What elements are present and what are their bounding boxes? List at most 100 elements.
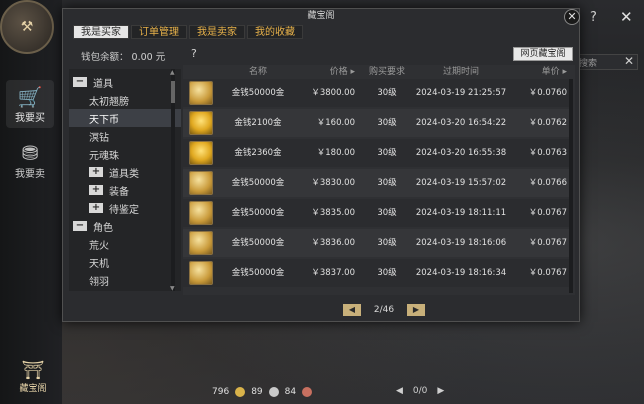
cell-unit-price: ￥0.0767 xyxy=(528,268,567,278)
tree-group-characters[interactable]: − 角色 xyxy=(69,217,181,235)
header-price[interactable]: 价格 ▸ xyxy=(297,65,355,79)
wallet-balance: 钱包余额： 0.00 元 xyxy=(81,49,165,63)
collapse-icon: − xyxy=(73,77,87,87)
cell-name: 金钱50000金 xyxy=(231,238,285,248)
cell-price: ￥160.00 xyxy=(316,118,355,128)
gold-pile-icon xyxy=(189,81,213,105)
cell-price: ￥3835.00 xyxy=(311,208,355,218)
header-expiry: 过期时间 xyxy=(442,67,479,77)
page-indicator: 2/46 xyxy=(373,305,395,315)
tree-item-tianji[interactable]: 天机 xyxy=(69,253,181,271)
cell-expiry: 2024-03-19 21:25:57 xyxy=(415,88,507,98)
tree-item-diamond[interactable]: 溟钻 xyxy=(69,127,181,145)
tab-seller[interactable]: 我是卖家 xyxy=(189,25,245,39)
tree-item-huanghuo[interactable]: 荒火 xyxy=(69,235,181,253)
cell-name: 金钱50000金 xyxy=(231,88,285,98)
scroll-down-icon[interactable]: ▼ xyxy=(170,285,175,292)
help-icon[interactable]: ? xyxy=(590,10,597,25)
expand-icon: + xyxy=(89,185,103,195)
close-icon[interactable]: ✕ xyxy=(620,8,633,26)
sell-nav-button[interactable]: ⛃ 我要卖 xyxy=(6,136,54,184)
tree-label: 待鉴定 xyxy=(109,204,139,216)
next-page-button[interactable]: ▶ xyxy=(407,304,425,316)
treasure-pavilion-label: 藏宝阁 xyxy=(19,384,47,394)
tree-label: 角色 xyxy=(93,222,113,234)
cell-requirement: 30级 xyxy=(377,118,397,128)
wallet-help-icon[interactable]: ? xyxy=(191,47,197,60)
table-row[interactable]: 金钱50000金 ￥3800.00 30级 2024-03-19 21:25:5… xyxy=(183,79,569,107)
tree-label: 溟钻 xyxy=(89,132,109,144)
header-unit-price[interactable]: 单价 ▸ xyxy=(515,65,567,79)
cell-unit-price: ￥0.0762 xyxy=(528,118,567,128)
tree-sub-unidentified[interactable]: + 待鉴定 xyxy=(69,199,181,217)
cell-requirement: 30级 xyxy=(377,238,397,248)
cell-price: ￥3837.00 xyxy=(311,268,355,278)
tree-sub-equipment[interactable]: + 装备 xyxy=(69,181,181,199)
cell-name: 金钱50000金 xyxy=(231,268,285,278)
cell-expiry: 2024-03-20 16:55:38 xyxy=(415,148,507,158)
tree-scrollbar[interactable] xyxy=(171,69,175,291)
currency-bar: 796 89 84 xyxy=(212,384,313,400)
treasure-pavilion-button[interactable]: ⛩ 藏宝阁 xyxy=(14,360,52,400)
tree-label: 荒火 xyxy=(89,240,109,252)
copper-amount: 84 xyxy=(284,387,297,397)
tree-label: 天下币 xyxy=(89,114,119,126)
tree-item-soul-pearl[interactable]: 元魂珠 xyxy=(69,145,181,163)
bottom-next-button[interactable]: ▶ xyxy=(437,386,444,396)
cell-expiry: 2024-03-19 18:16:34 xyxy=(415,268,507,278)
expand-icon: + xyxy=(89,167,103,177)
tree-scroll-thumb[interactable] xyxy=(171,81,175,103)
table-row[interactable]: 金钱2100金 ￥160.00 30级 2024-03-20 16:54:22 … xyxy=(183,109,569,137)
cell-expiry: 2024-03-19 15:57:02 xyxy=(415,178,507,188)
cell-requirement: 30级 xyxy=(377,148,397,158)
gold-pile-icon xyxy=(189,171,213,195)
trade-window: 藏宝阁 ✕ 我是买家 订单管理 我是卖家 我的收藏 钱包余额： 0.00 元 ?… xyxy=(62,8,580,322)
cell-expiry: 2024-03-19 18:16:06 xyxy=(415,238,507,248)
bottom-pager: ◀ 0/0 ▶ xyxy=(396,386,444,396)
tree-group-items[interactable]: − 道具 xyxy=(69,73,181,91)
buy-nav-label: 我要买 xyxy=(15,112,45,124)
tab-buyer[interactable]: 我是买家 xyxy=(73,25,129,39)
window-title: 藏宝阁 xyxy=(307,11,335,21)
scroll-up-icon[interactable]: ▲ xyxy=(170,69,175,76)
search-clear-icon[interactable]: ✕ xyxy=(624,54,634,68)
tab-orders[interactable]: 订单管理 xyxy=(131,25,187,39)
wallet-value: 0.00 元 xyxy=(131,52,166,63)
expand-icon: + xyxy=(89,203,103,213)
tab-favorites[interactable]: 我的收藏 xyxy=(247,25,303,39)
prev-page-button[interactable]: ◀ xyxy=(343,304,361,316)
web-treasure-button[interactable]: 网页藏宝阁 xyxy=(513,47,573,61)
bottom-prev-button[interactable]: ◀ xyxy=(396,386,403,396)
pavilion-icon: ⛩ xyxy=(21,360,45,381)
wallet-label: 钱包余额： xyxy=(81,52,129,63)
silver-amount: 89 xyxy=(251,387,263,397)
window-close-icon[interactable]: ✕ xyxy=(564,9,580,25)
silver-coin-icon xyxy=(268,387,279,397)
header-name[interactable]: 名称 xyxy=(229,65,287,79)
tree-label: 装备 xyxy=(109,186,129,198)
table-row[interactable]: 金钱50000金 ￥3830.00 30级 2024-03-19 15:57:0… xyxy=(183,169,569,197)
tree-item-lingyu[interactable]: 翎羽 xyxy=(69,271,181,289)
tree-label: 元魂珠 xyxy=(89,150,119,162)
pagination: ◀ 2/46 ▶ xyxy=(343,303,425,317)
header-requirement: 购买要求 xyxy=(368,67,405,77)
tree-label: 翎羽 xyxy=(89,276,109,288)
tree-item-wings[interactable]: 太初翘膀 xyxy=(69,91,181,109)
cell-unit-price: ￥0.0767 xyxy=(528,208,567,218)
table-header: 名称 价格 ▸ 购买要求 过期时间 单价 ▸ xyxy=(183,65,575,79)
cell-price: ￥3830.00 xyxy=(311,178,355,188)
gold-pile-icon xyxy=(189,231,213,255)
table-row[interactable]: 金钱50000金 ￥3835.00 30级 2024-03-19 18:11:1… xyxy=(183,199,569,227)
table-row[interactable]: 金钱2360金 ￥180.00 30级 2024-03-20 16:55:38 … xyxy=(183,139,569,167)
guild-emblem-icon: ⚒ xyxy=(0,0,54,54)
tree-item-currency[interactable]: 天下币 xyxy=(69,109,181,127)
table-row[interactable]: 金钱50000金 ￥3836.00 30级 2024-03-19 18:16:0… xyxy=(183,229,569,257)
tab-bar: 我是买家 订单管理 我是卖家 我的收藏 xyxy=(73,25,303,39)
buy-nav-button[interactable]: 🛒 我要买 xyxy=(6,80,54,128)
table-row[interactable]: 金钱50000金 ￥3837.00 30级 2024-03-19 18:16:3… xyxy=(183,259,569,287)
tree-sub-item-class[interactable]: + 道具类 xyxy=(69,163,181,181)
table-scrollbar[interactable] xyxy=(569,79,573,293)
cart-icon: 🛒 xyxy=(17,84,43,109)
cell-requirement: 30级 xyxy=(377,178,397,188)
cell-name: 金钱2100金 xyxy=(234,118,282,128)
